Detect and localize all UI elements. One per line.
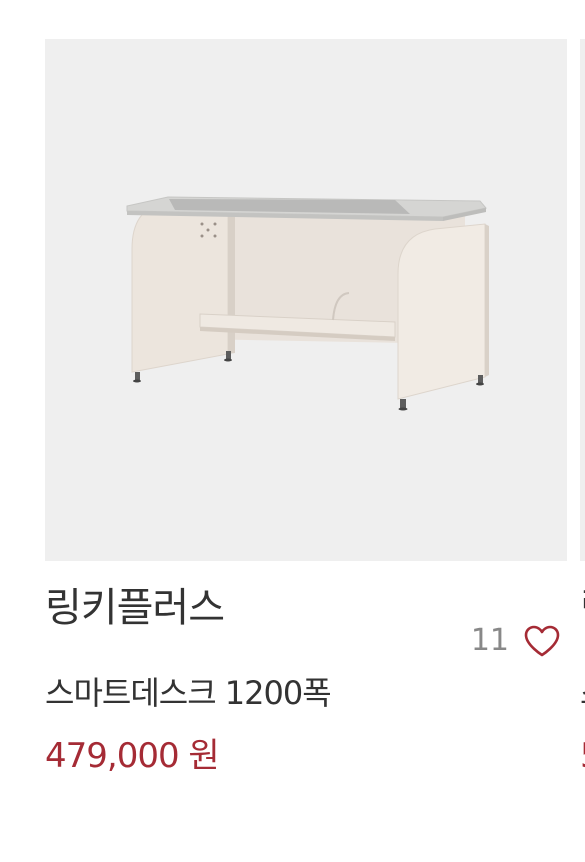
next-product-name[interactable]: 스 xyxy=(580,671,585,715)
next-product-card[interactable]: 링 스 5 xyxy=(580,39,585,862)
product-card[interactable]: 링키플러스 11 스마트데스크 1200폭 479,000 원 xyxy=(45,39,567,776)
product-name[interactable]: 스마트데스크 1200폭 xyxy=(45,671,332,715)
next-product-price: 5 xyxy=(580,733,585,779)
brand-name[interactable]: 링키플러스 xyxy=(45,583,225,633)
like-area: 11 xyxy=(471,621,561,661)
next-product-image[interactable] xyxy=(580,39,585,561)
desk-illustration xyxy=(126,196,489,411)
heart-outline-icon[interactable] xyxy=(523,624,561,658)
product-image[interactable] xyxy=(45,39,567,561)
next-brand-name[interactable]: 링 xyxy=(580,583,585,633)
product-price: 479,000 원 xyxy=(45,736,220,776)
like-count: 11 xyxy=(470,623,509,658)
